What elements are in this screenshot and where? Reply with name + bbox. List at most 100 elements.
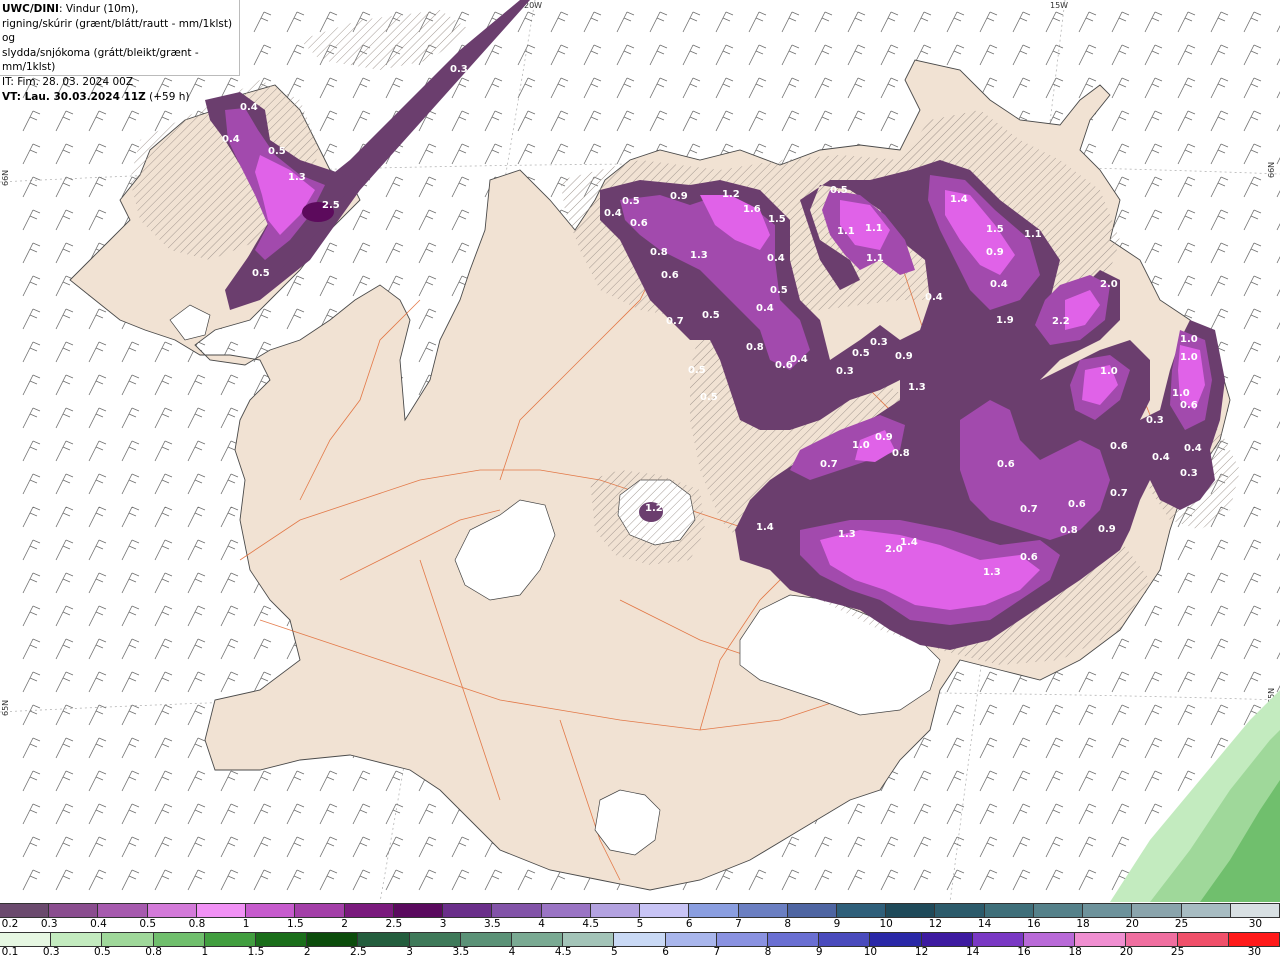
scale-tick-label: 16	[1017, 946, 1031, 958]
scale-swatch	[819, 933, 871, 946]
scale-swatch	[358, 933, 410, 946]
scale-swatch	[393, 904, 444, 917]
info-line-3: slydda/snjókoma (grátt/bleikt/grænt - mm…	[2, 46, 199, 74]
scale-tick-label: 9	[815, 946, 823, 958]
precip-value-label: 0.4	[790, 354, 808, 365]
scale-swatch	[972, 933, 1025, 946]
scale-tick-label: 7	[735, 918, 742, 930]
scale-swatch	[1230, 904, 1280, 917]
scale-tick-label: 0.5	[94, 946, 111, 958]
forecast-hour: (+59 h)	[145, 90, 190, 103]
scale-tick-label: 4	[538, 918, 545, 930]
scale-tick-label: 18	[1076, 918, 1090, 930]
scale-tick-label: 0.3	[40, 918, 58, 930]
scale-swatch	[196, 904, 247, 917]
precip-value-label: 0.5	[852, 348, 870, 359]
scale-swatch	[984, 904, 1034, 917]
precip-value-label: 0.5	[252, 268, 270, 279]
scale-tick-label: 25	[1174, 918, 1189, 930]
precip-value-label: 0.6	[997, 459, 1015, 470]
precip-value-label: 0.9	[986, 247, 1004, 258]
scale-swatch	[307, 933, 359, 946]
scale-tick-label: 30	[1248, 918, 1263, 930]
scale-tick-label: 8	[764, 946, 772, 958]
scale-swatch	[787, 904, 837, 917]
scale-tick-label: 3	[439, 918, 447, 930]
scale-tick-label: 4.5	[582, 918, 600, 930]
scale-tick-label: 12	[928, 918, 943, 930]
scale-tick-label: 3.5	[483, 918, 501, 930]
precip-value-label: 0.5	[268, 146, 286, 157]
scale-swatch	[204, 933, 257, 946]
precip-value-label: 0.8	[1060, 525, 1078, 536]
precip-value-label: 0.4	[240, 102, 258, 113]
scale-swatch	[0, 904, 50, 917]
scale-tick-label: 1	[201, 946, 209, 958]
scale-swatch	[563, 933, 615, 946]
precip-value-label: 0.7	[666, 316, 684, 327]
forecast-map: 20W 15W 66N 66N 65N 65N 0.40.40.51.32.50…	[0, 0, 1280, 902]
precip-value-label: 0.5	[830, 185, 848, 196]
scale-tick-label: 10	[879, 918, 893, 930]
initial-time: IT: Fim. 28. 03. 2024 00Z	[2, 75, 134, 88]
scale-swatch	[0, 933, 52, 946]
scale-tick-label: 6	[685, 918, 693, 930]
scale-tick-label: 7	[713, 946, 721, 958]
precip-value-label: 0.7	[1110, 488, 1128, 499]
scale-tick-label: 0.1	[1, 946, 19, 958]
precip-value-label: 0.5	[700, 392, 718, 403]
precip-value-label: 0.5	[622, 196, 640, 207]
precip-value-label: 0.5	[702, 310, 720, 321]
lat-label-65n-left: 65N	[1, 700, 10, 716]
scale-swatch	[443, 904, 493, 917]
scale-swatch	[921, 933, 973, 946]
precip-value-label: 0.4	[604, 208, 622, 219]
scale-swatch	[1083, 904, 1133, 917]
precip-value-label: 0.7	[1020, 504, 1038, 515]
scale-swatch	[256, 933, 308, 946]
scale-tick-label: 25	[1170, 946, 1185, 958]
precip-value-label: 1.0	[1100, 366, 1118, 377]
precip-value-label: 1.3	[908, 382, 926, 393]
scale-tick-label: 0.3	[42, 946, 60, 958]
scale-tick-label: 30	[1247, 946, 1262, 958]
scale-swatch	[1132, 904, 1182, 917]
precip-value-label: 2.2	[1052, 316, 1070, 327]
scale-swatch	[492, 904, 542, 917]
precip-value-label: 1.0	[1180, 334, 1198, 345]
precip-value-label: 0.9	[895, 351, 913, 362]
scale-tick-label: 14	[966, 946, 980, 958]
precip-value-label: 1.6	[743, 204, 761, 215]
scale-tick-label: 0.5	[139, 918, 157, 930]
precip-value-label: 2.0	[1100, 279, 1118, 290]
precip-value-label: 0.6	[1020, 552, 1038, 563]
scale-swatch	[102, 933, 154, 946]
precip-value-label: 0.4	[222, 134, 240, 145]
precip-value-label: 0.6	[1068, 499, 1086, 510]
precip-value-label: 1.1	[865, 223, 883, 234]
scale-tick-label: 20	[1119, 946, 1134, 958]
scale-swatch	[1228, 933, 1280, 946]
info-box: UWC/DINI: Vindur (10m), rigning/skúrir (…	[0, 0, 240, 103]
scale-tick-label: 0.8	[145, 946, 162, 958]
scale-tick-label: 16	[1027, 918, 1041, 930]
scale-swatch	[886, 904, 936, 917]
scale-tick-label: 12	[914, 946, 929, 958]
scale-swatch	[614, 933, 666, 946]
scale-swatch	[98, 904, 148, 917]
precip-value-label: 0.9	[875, 432, 893, 443]
scale-tick-label: 5	[636, 918, 644, 930]
precip-value-label: 0.8	[892, 448, 910, 459]
precip-value-label: 1.1	[866, 253, 884, 264]
scale-swatch	[295, 904, 345, 917]
precip-value-label: 1.3	[838, 529, 856, 540]
precip-value-label: 1.0	[1180, 352, 1198, 363]
precip-value-label: 0.6	[661, 270, 679, 281]
scale-swatch	[665, 933, 717, 946]
scale-tick-label: 2.5	[350, 946, 367, 958]
scale-tick-label: 3.5	[452, 946, 470, 958]
scale-tick-label: 4.5	[554, 946, 572, 958]
scale-swatch	[1024, 933, 1076, 946]
scale-swatch	[870, 933, 922, 946]
scale-swatch	[836, 904, 887, 917]
